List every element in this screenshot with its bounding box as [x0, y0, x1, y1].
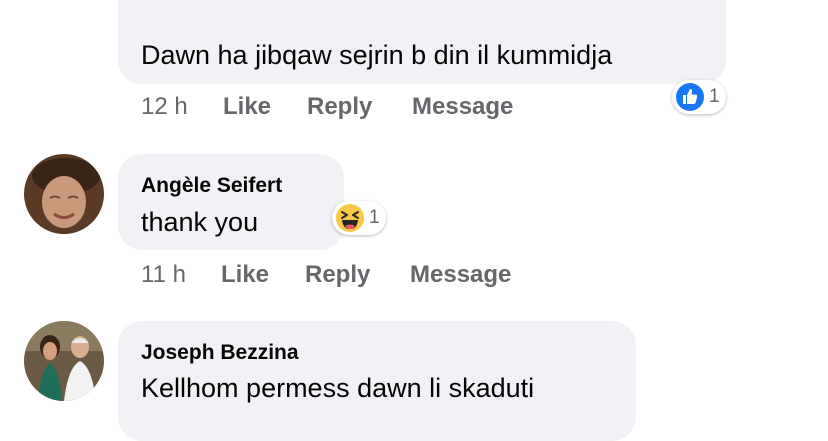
reaction-count: 1: [369, 207, 380, 228]
comment-text: Dawn ha jibqaw sejrin b din il kummidja: [141, 40, 613, 70]
message-link[interactable]: Message: [412, 93, 513, 121]
haha-icon: [336, 204, 364, 232]
reply-link[interactable]: Reply: [307, 93, 372, 121]
message-link[interactable]: Message: [410, 261, 511, 289]
like-icon: [676, 83, 704, 111]
like-link[interactable]: Like: [221, 261, 269, 289]
reaction-summary[interactable]: 1: [332, 201, 386, 235]
avatar[interactable]: [24, 321, 104, 401]
like-link[interactable]: Like: [223, 93, 271, 121]
reaction-count: 1: [709, 86, 720, 107]
comment-timestamp[interactable]: 11 h: [141, 261, 186, 289]
avatar[interactable]: [24, 154, 104, 234]
comment-text: Kellhom permess dawn li skaduti: [141, 373, 535, 403]
comment-text: thank you: [141, 207, 259, 237]
comment-author[interactable]: Angèle Seifert: [141, 174, 282, 198]
comment-timestamp[interactable]: 12 h: [141, 93, 188, 121]
reply-link[interactable]: Reply: [305, 261, 370, 289]
reaction-summary[interactable]: 1: [672, 80, 726, 114]
comment-author[interactable]: Joseph Bezzina: [141, 341, 299, 365]
